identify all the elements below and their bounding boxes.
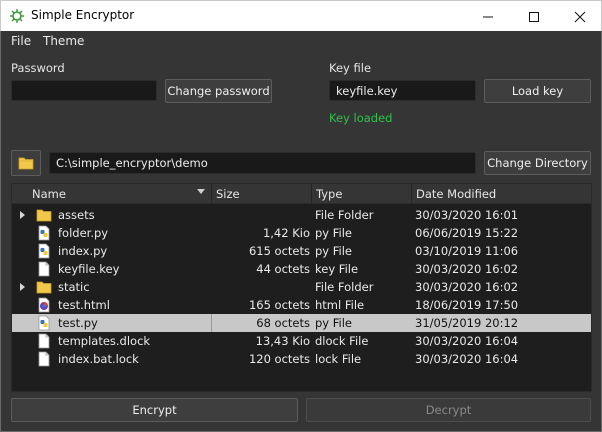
folder-icon [18,157,34,170]
encrypt-button[interactable]: Encrypt [11,398,298,422]
close-button[interactable] [557,1,602,32]
decrypt-button[interactable]: Decrypt [306,398,591,422]
column-header-date[interactable]: Date Modified [412,184,591,204]
close-icon [574,11,586,22]
maximize-button[interactable] [511,1,557,32]
file-icon [36,333,52,349]
cell-type: File Folder [315,208,374,222]
cell-name: folder.py [58,226,109,240]
table-row[interactable]: static File Folder 30/03/2020 16:02 [12,278,591,296]
table-row[interactable]: index.py 615 octets py File 03/10/2019 11:0… [12,242,591,260]
cell-date: 03/10/2019 11:06 [415,244,519,258]
column-header-type[interactable]: Type [312,184,412,204]
load-key-button[interactable]: Load key [484,79,591,103]
cell-name: test.py [58,316,98,330]
password-field[interactable] [11,80,157,101]
cell-name: index.py [58,244,108,258]
table-row[interactable]: test.py 68 octets py File 31/05/2019 20:12 [12,314,591,332]
change-password-button[interactable]: Change password [165,79,272,103]
minimize-button[interactable] [465,1,511,32]
cell-name: static [58,280,90,294]
main-window: File Theme Password Change password Key … [0,31,602,432]
cell-date: 06/06/2019 15:22 [415,226,519,240]
window-title: Simple Encryptor [31,8,135,22]
cell-type: py File [315,226,353,240]
expand-arrow-icon[interactable] [20,211,25,219]
sort-descending-icon [197,189,205,194]
cell-type: html File [315,298,365,312]
cell-name: index.bat.lock [58,352,139,366]
cell-size: 120 octets [248,352,310,366]
menu-bar: File Theme [1,31,601,51]
column-divider [211,314,212,332]
folder-icon [36,207,52,223]
cell-type: py File [315,316,353,330]
cell-name: keyfile.key [58,262,120,276]
cell-date: 30/03/2020 16:04 [415,352,519,366]
column-header-name[interactable]: Name [12,184,212,204]
cell-name: assets [58,208,95,222]
browser-file-icon [36,297,52,313]
cell-size: 615 octets [248,244,310,258]
cell-date: 30/03/2020 16:01 [415,208,519,222]
keyfile-label: Key file [329,61,372,75]
cell-date: 31/05/2019 20:12 [415,316,519,330]
minimize-icon [483,16,493,17]
file-tree[interactable]: Name Size Type Date Modified assets File … [11,183,592,392]
file-icon [36,351,52,367]
key-status-text: Key loaded [329,111,393,125]
cell-date: 30/03/2020 16:04 [415,334,519,348]
cell-size: 1,42 Kio [262,226,310,240]
folder-icon [36,279,52,295]
table-row[interactable]: keyfile.key 44 octets key File 30/03/2020 1… [12,260,591,278]
cell-name: test.html [58,298,110,312]
table-row[interactable]: index.bat.lock 120 octets lock File 30/03/2… [12,350,591,368]
column-header-size[interactable]: Size [212,184,312,204]
python-file-icon [36,225,52,241]
directory-path-field[interactable]: C:\simple_encryptor\demo [49,152,476,174]
table-row[interactable]: assets File Folder 30/03/2020 16:01 [12,206,591,224]
table-row[interactable]: folder.py 1,42 Kio py File 06/06/2019 15:22 [12,224,591,242]
maximize-icon [529,11,539,22]
app-icon [10,9,24,23]
cell-type: dlock File [315,334,369,348]
cell-type: py File [315,244,353,258]
cell-type: File Folder [315,280,374,294]
menu-theme[interactable]: Theme [43,34,84,48]
cell-size: 13,43 Kio [255,334,310,348]
cell-date: 30/03/2020 16:02 [415,280,519,294]
table-row[interactable]: test.html 165 octets html File 18/06/2019 1… [12,296,591,314]
cell-size: 44 octets [256,262,310,276]
browse-folder-button[interactable] [11,150,41,176]
title-bar: Simple Encryptor [0,0,602,31]
cell-size: 68 octets [256,316,310,330]
file-icon [36,261,52,277]
column-name-label: Name [32,187,66,201]
expand-arrow-icon[interactable] [20,283,25,291]
keyfile-field[interactable]: keyfile.key [329,80,476,101]
tree-header: Name Size Type Date Modified [12,184,591,204]
cell-date: 18/06/2019 17:50 [415,298,519,312]
table-row[interactable]: templates.dlock 13,43 Kio dlock File 30/03/… [12,332,591,350]
cell-size: 165 octets [248,298,310,312]
cell-date: 30/03/2020 16:02 [415,262,519,276]
change-directory-button[interactable]: Change Directory [484,151,591,175]
menu-file[interactable]: File [11,34,31,48]
password-label: Password [11,61,65,75]
cell-type: lock File [315,352,362,366]
cell-type: key File [315,262,359,276]
cell-name: templates.dlock [58,334,151,348]
python-file-icon [36,315,52,331]
python-file-icon [36,243,52,259]
